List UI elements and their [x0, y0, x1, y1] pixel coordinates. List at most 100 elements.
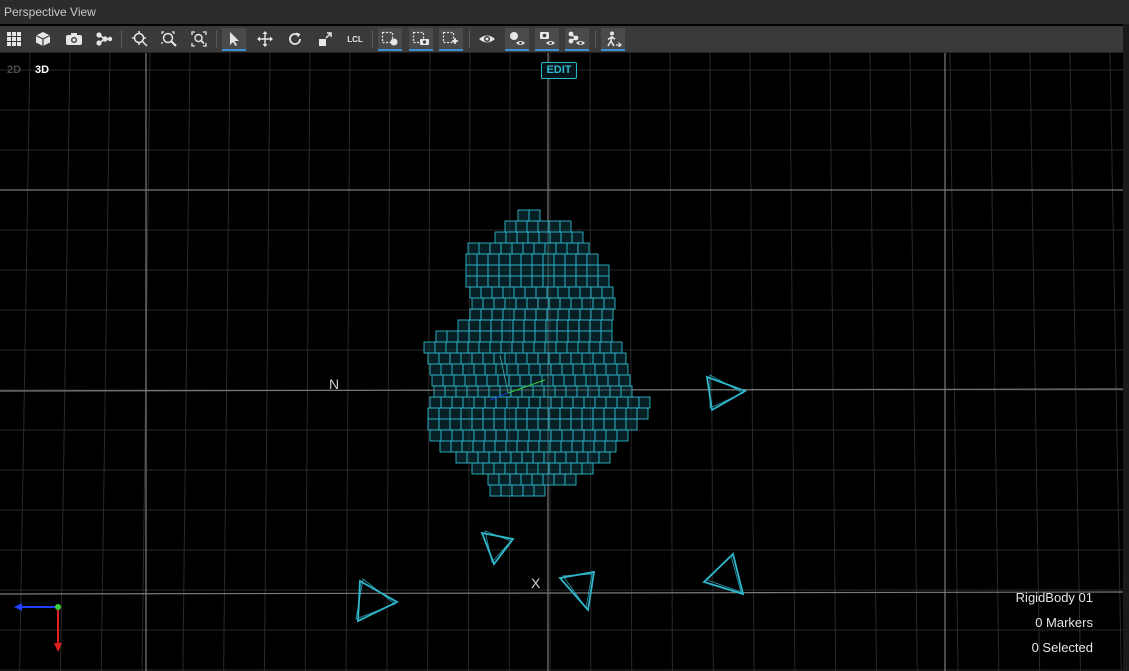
voxel-cell	[500, 341, 513, 354]
view-cameras-button[interactable]	[535, 28, 559, 51]
voxel-cell	[553, 253, 566, 266]
voxel-cell	[588, 341, 601, 354]
gizmo-arrow-z	[14, 603, 22, 611]
right-edge	[1123, 24, 1129, 671]
voxel-cell	[533, 341, 546, 354]
voxel-cell	[473, 396, 486, 409]
voxel-cell	[440, 363, 453, 376]
select-arrow-icon	[230, 32, 239, 46]
camera-view-button[interactable]	[62, 28, 86, 50]
voxel-cell	[533, 242, 546, 255]
grid-line	[949, 53, 959, 671]
rigidbody-voxel-mesh[interactable]	[423, 209, 651, 497]
voxel-cell	[479, 330, 492, 343]
voxel-cell	[469, 286, 482, 299]
axis-label-n: N	[329, 376, 340, 392]
mode-2d-toggle[interactable]: 2D	[7, 64, 21, 76]
voxel-cell	[466, 385, 479, 398]
local-coordinates-button[interactable]: LCL	[343, 28, 367, 50]
voxel-cell	[455, 451, 468, 464]
camera-outline	[702, 552, 745, 596]
voxel-cell	[476, 275, 489, 288]
voxel-cell	[549, 231, 562, 244]
grid-line	[1029, 53, 1041, 671]
view-markers-button[interactable]	[505, 28, 529, 51]
voxel-cell	[546, 286, 559, 299]
voxel-cell	[575, 275, 588, 288]
cube-view-button[interactable]	[31, 28, 55, 50]
voxel-cell	[578, 330, 591, 343]
voxel-cell	[548, 352, 561, 365]
voxel-cell	[537, 297, 550, 310]
rotate-tool-button[interactable]	[283, 28, 307, 50]
scene-canvas[interactable]	[0, 53, 1123, 671]
voxel-cell	[557, 308, 570, 321]
visibility-button[interactable]	[475, 28, 499, 50]
voxel-cell	[509, 473, 522, 486]
camera-1-icon	[705, 374, 748, 412]
voxel-cell	[578, 319, 591, 332]
voxel-cell	[559, 407, 572, 420]
layout-grid-button[interactable]	[2, 28, 26, 50]
voxel-cell	[577, 341, 590, 354]
toolbar-separator	[216, 30, 217, 48]
mode-3d-toggle[interactable]: 3D	[35, 64, 49, 76]
voxel-cell	[450, 440, 463, 453]
walk-mode-button[interactable]	[601, 28, 625, 51]
voxel-cell	[567, 330, 580, 343]
select-rigidbody-button[interactable]	[439, 28, 463, 51]
voxel-cell	[493, 352, 506, 365]
voxel-cell	[484, 429, 497, 442]
grid-line	[829, 53, 837, 671]
select-markers-button[interactable]	[378, 28, 402, 51]
grid-line	[789, 53, 796, 671]
voxel-cell	[449, 418, 462, 431]
voxel-cell	[504, 220, 517, 233]
select-cameras-button[interactable]	[409, 28, 433, 51]
voxel-cell	[546, 308, 559, 321]
voxel-cell	[600, 319, 613, 332]
voxel-cell	[451, 363, 464, 376]
select-tool-button[interactable]	[222, 28, 246, 51]
voxel-cell	[548, 297, 561, 310]
move-tool-button[interactable]	[253, 28, 277, 50]
zoom-fit-button[interactable]	[128, 28, 152, 50]
voxel-cell	[526, 352, 539, 365]
voxel-cell	[427, 418, 440, 431]
zoom-selected-button[interactable]	[157, 28, 181, 50]
voxel-cell	[572, 363, 585, 376]
voxel-cell	[484, 363, 497, 376]
voxel-cell	[516, 440, 529, 453]
view-skeleton-button[interactable]	[565, 28, 589, 51]
voxel-cell	[559, 418, 572, 431]
edit-badge[interactable]: EDIT	[541, 62, 577, 79]
voxel-cell	[570, 407, 583, 420]
voxel-cell	[537, 407, 550, 420]
voxel-cell	[531, 275, 544, 288]
voxel-cell	[472, 440, 485, 453]
nodes-view-button[interactable]	[92, 28, 116, 50]
voxel-cell	[515, 352, 528, 365]
perspective-viewport[interactable]	[0, 53, 1123, 671]
voxel-cell	[559, 220, 572, 233]
voxel-cell	[487, 264, 500, 277]
voxel-cell	[468, 330, 481, 343]
voxel-cell	[453, 374, 466, 387]
voxel-cell	[557, 286, 570, 299]
voxel-cell	[570, 352, 583, 365]
scale-tool-button[interactable]	[313, 28, 337, 50]
voxel-cell	[494, 440, 507, 453]
voxel-cell	[549, 440, 562, 453]
zoom-all-button[interactable]	[187, 28, 211, 50]
voxel-cell	[521, 451, 534, 464]
voxel-cell	[589, 330, 602, 343]
voxel-cell	[493, 462, 506, 475]
voxel-cell	[574, 374, 587, 387]
voxel-cell	[517, 396, 530, 409]
voxel-cell	[566, 242, 579, 255]
view-cameras-icon	[540, 32, 555, 45]
voxel-cell	[553, 264, 566, 277]
view-markers-icon	[510, 32, 525, 45]
voxel-cell	[520, 275, 533, 288]
voxel-cell	[597, 275, 610, 288]
